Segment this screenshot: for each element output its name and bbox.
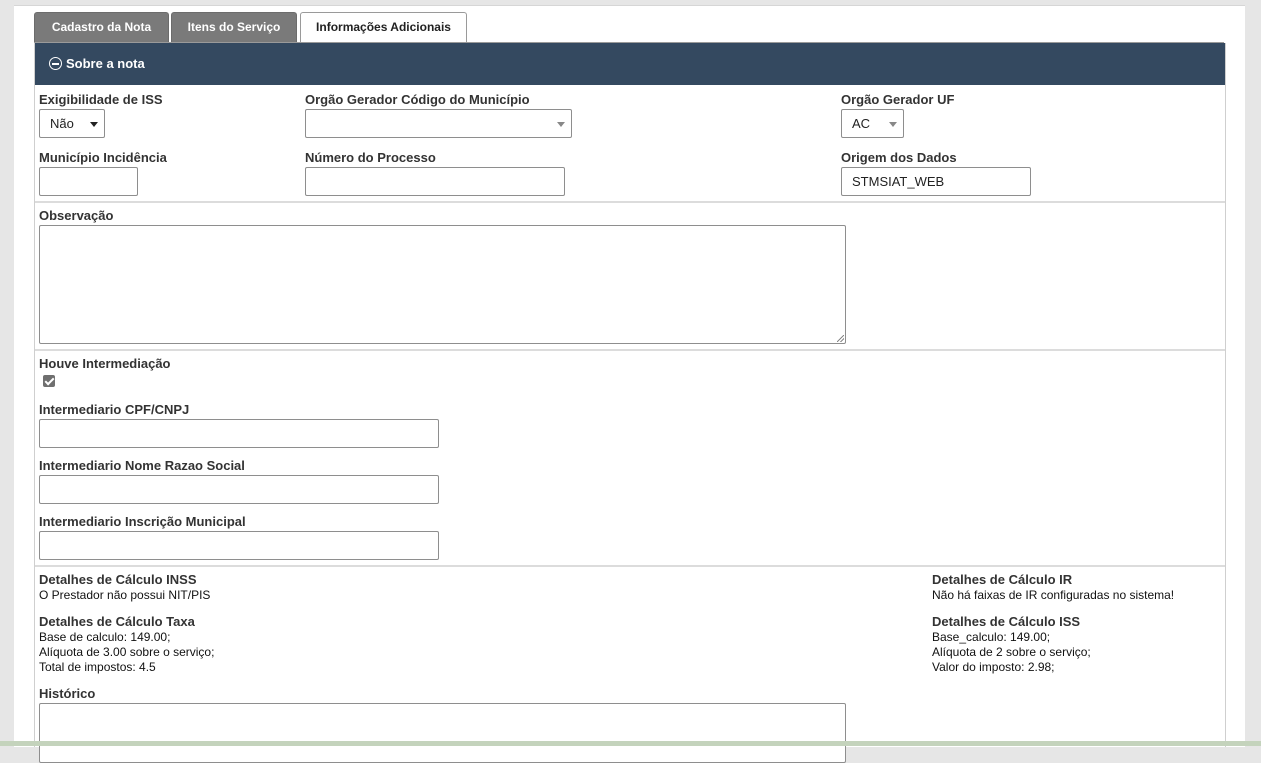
calculo-taxa-title: Detalhes de Cálculo Taxa	[39, 614, 195, 629]
houve-intermediacao-label: Houve Intermediação	[39, 356, 171, 371]
municipio-incidencia-label: Município Incidência	[39, 150, 167, 165]
calculo-taxa-line: Base de calculo: 149.00;	[39, 630, 171, 644]
intermediario-cpf-input[interactable]	[39, 419, 439, 448]
panel-header[interactable]: Sobre a nota	[35, 43, 1225, 85]
panel-title: Sobre a nota	[66, 56, 145, 71]
tab-informacoes-adicionais[interactable]: Informações Adicionais	[300, 12, 467, 44]
calculo-inss-line: O Prestador não possui NIT/PIS	[39, 588, 211, 602]
historico-textarea[interactable]	[39, 703, 846, 763]
calculo-taxa-line: Total de impostos: 4.5	[39, 660, 156, 674]
resize-grip-icon[interactable]	[837, 335, 844, 342]
section-divider	[35, 349, 1225, 351]
page-container: Cadastro da Nota Itens do Serviço Inform…	[14, 5, 1245, 763]
chevron-down-icon	[90, 122, 98, 127]
tab-cadastro-da-nota[interactable]: Cadastro da Nota	[34, 12, 169, 42]
bottom-status-strip	[0, 741, 1261, 746]
exigibilidade-select[interactable]: Não	[39, 109, 105, 138]
numero-processo-label: Número do Processo	[305, 150, 436, 165]
observacao-label: Observação	[39, 208, 114, 223]
orgao-uf-select[interactable]: AC	[841, 109, 904, 138]
intermediario-inscricao-label: Intermediario Inscrição Municipal	[39, 514, 246, 529]
panel-sobre-a-nota: Sobre a nota Exigibilidade de ISS Não Or…	[34, 43, 1226, 763]
exigibilidade-value: Não	[50, 116, 74, 131]
orgao-municipio-select[interactable]	[305, 109, 572, 138]
calculo-taxa-line: Alíquota de 3.00 sobre o serviço;	[39, 645, 215, 659]
calculo-ir-line: Não há faixas de IR configuradas no sist…	[932, 588, 1175, 602]
calculo-iss-line: Base_calculo: 149.00;	[932, 630, 1051, 644]
exigibilidade-label: Exigibilidade de ISS	[39, 92, 163, 107]
tab-informacoes-adicionais-label: Informações Adicionais	[316, 20, 451, 34]
numero-processo-input[interactable]	[305, 167, 565, 196]
intermediario-nome-input[interactable]	[39, 475, 439, 504]
orgao-uf-label: Orgão Gerador UF	[841, 92, 955, 107]
section-divider	[35, 201, 1225, 203]
observacao-textarea[interactable]	[39, 225, 846, 344]
orgao-uf-value: AC	[852, 116, 871, 131]
tab-itens-do-servico[interactable]: Itens do Serviço	[171, 12, 297, 42]
municipio-incidencia-input[interactable]	[39, 167, 138, 196]
collapse-minus-icon[interactable]	[49, 57, 62, 70]
calculo-ir-title: Detalhes de Cálculo IR	[932, 572, 1073, 587]
calculo-iss-title: Detalhes de Cálculo ISS	[932, 614, 1081, 629]
intermediario-nome-label: Intermediario Nome Razao Social	[39, 458, 245, 473]
origem-dados-input[interactable]	[841, 167, 1031, 196]
chevron-down-icon	[557, 122, 565, 127]
orgao-municipio-label: Orgão Gerador Código do Município	[305, 92, 530, 107]
chevron-down-icon	[889, 122, 897, 127]
section-divider	[35, 565, 1225, 567]
historico-label: Histórico	[39, 686, 96, 701]
intermediario-cpf-label: Intermediario CPF/CNPJ	[39, 402, 190, 417]
calculo-iss-line: Alíquota de 2 sobre o serviço;	[932, 645, 1091, 659]
houve-intermediacao-checkbox[interactable]	[43, 375, 55, 387]
origem-dados-label: Origem dos Dados	[841, 150, 957, 165]
calculo-iss-line: Valor do imposto: 2.98;	[932, 660, 1055, 674]
calculo-inss-title: Detalhes de Cálculo INSS	[39, 572, 197, 587]
intermediario-inscricao-input[interactable]	[39, 531, 439, 560]
